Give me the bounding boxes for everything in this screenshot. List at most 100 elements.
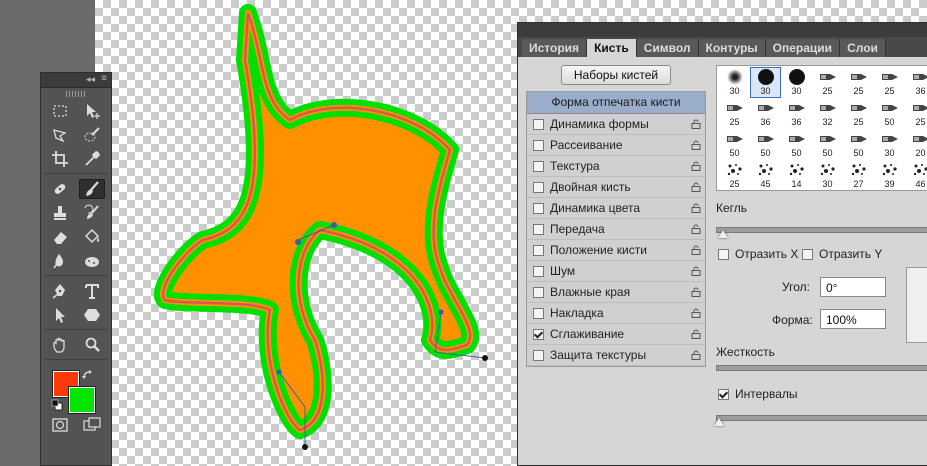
panel-grip[interactable] [66, 91, 86, 97]
lock-icon[interactable] [691, 182, 701, 192]
brush-tip-preset[interactable]: 32 [812, 98, 843, 129]
quick-mask-icon[interactable] [47, 415, 73, 435]
tab-4[interactable]: Контуры [698, 39, 766, 57]
flip-y-checkbox[interactable] [802, 248, 813, 260]
brush-option-item[interactable]: Накладка [527, 303, 705, 324]
sponge-tool-icon[interactable] [79, 251, 105, 271]
shape-tool-icon[interactable] [79, 305, 105, 325]
brush-tip-preset[interactable]: 25 [719, 98, 750, 129]
brush-tip-preset[interactable]: 45 [750, 160, 781, 190]
history-brush-tool-icon[interactable] [79, 203, 105, 223]
brush-tip-preset[interactable]: 50 [874, 98, 905, 129]
brush-option-checkbox[interactable] [533, 349, 544, 361]
spacing-checkbox[interactable] [718, 388, 729, 400]
spacing-option[interactable]: Интервалы [716, 387, 927, 401]
brush-tip-preset[interactable]: 39 [874, 160, 905, 190]
brush-angle-preview[interactable] [906, 267, 927, 343]
lock-icon[interactable] [691, 266, 701, 276]
lock-icon[interactable] [691, 119, 701, 129]
tab-1[interactable]: История [522, 39, 588, 57]
clone-stamp-tool-icon[interactable] [47, 203, 73, 223]
brush-option-checkbox[interactable] [533, 307, 544, 319]
lock-icon[interactable] [691, 245, 701, 255]
brush-option-item[interactable]: Защита текстуры [527, 345, 705, 366]
spacing-slider[interactable] [714, 415, 927, 426]
brush-tip-preset[interactable]: 30 [874, 129, 905, 160]
brush-tip-preset[interactable]: 50 [812, 129, 843, 160]
brush-option-item[interactable]: Динамика цвета [527, 198, 705, 219]
lock-icon[interactable] [691, 350, 701, 360]
brush-option-item[interactable]: Текстура [527, 156, 705, 177]
brush-tip-shape-item[interactable]: Форма отпечатка кисти [527, 92, 705, 114]
healing-brush-tool-icon[interactable] [47, 179, 73, 199]
hardness-slider[interactable] [716, 365, 927, 371]
eyedropper-tool-icon[interactable] [79, 149, 105, 169]
lock-icon[interactable] [691, 329, 701, 339]
brush-option-item[interactable]: Влажные края [527, 282, 705, 303]
size-slider-handle[interactable] [718, 230, 728, 238]
pen-tool-icon[interactable] [47, 281, 73, 301]
size-slider[interactable] [716, 227, 927, 238]
brush-option-checkbox[interactable] [533, 118, 544, 130]
crop-tool-icon[interactable] [47, 149, 73, 169]
brush-option-checkbox[interactable] [533, 223, 544, 235]
brush-option-checkbox[interactable] [533, 265, 544, 277]
brush-option-checkbox[interactable] [533, 139, 544, 151]
brush-tip-preset[interactable]: 30 [750, 67, 781, 98]
brush-tip-preset[interactable]: 30 [781, 67, 812, 98]
brush-option-checkbox[interactable] [533, 286, 544, 298]
lock-icon[interactable] [691, 287, 701, 297]
lock-icon[interactable] [691, 224, 701, 234]
screen-mode-icon[interactable] [79, 415, 105, 435]
tab-6[interactable]: Слои [840, 39, 886, 57]
brush-tool-icon[interactable] [79, 179, 105, 199]
brush-presets-button[interactable]: Наборы кистей [561, 65, 671, 85]
brush-option-item[interactable]: Шум [527, 261, 705, 282]
brush-tip-preset[interactable]: 14 [781, 160, 812, 190]
paint-bucket-tool-icon[interactable] [79, 227, 105, 247]
brush-option-item[interactable]: Сглаживание [527, 324, 705, 345]
lasso-tool-icon[interactable] [47, 125, 73, 145]
brush-option-checkbox[interactable] [533, 244, 544, 256]
tab-5[interactable]: Операции [765, 39, 841, 57]
lock-icon[interactable] [691, 161, 701, 171]
brush-option-checkbox[interactable] [533, 202, 544, 214]
type-tool-icon[interactable] [79, 281, 105, 301]
eraser-tool-icon[interactable] [47, 227, 73, 247]
roundness-input[interactable]: 100% [820, 309, 886, 329]
brush-tip-preset[interactable]: 25 [843, 98, 874, 129]
marquee-tool-icon[interactable] [47, 101, 73, 121]
move-tool-icon[interactable] [79, 101, 105, 121]
brush-tip-preset[interactable]: 46 [905, 160, 927, 190]
tools-panel-header[interactable]: ◂◂ ≡ [41, 73, 111, 88]
hand-tool-icon[interactable] [47, 335, 73, 355]
brush-tip-preset[interactable]: 50 [781, 129, 812, 160]
collapse-icon[interactable]: ◂◂ [86, 74, 95, 85]
brush-option-item[interactable]: Рассеивание [527, 135, 705, 156]
brush-option-checkbox[interactable] [533, 181, 544, 193]
zoom-tool-icon[interactable] [79, 335, 105, 355]
flip-x-option[interactable]: Отразить X [716, 247, 798, 261]
flip-x-checkbox[interactable] [718, 248, 729, 260]
angle-input[interactable]: 0° [820, 277, 886, 297]
brush-tip-preset[interactable]: 36 [750, 98, 781, 129]
brush-tip-preset[interactable]: 20 [905, 129, 927, 160]
flip-y-option[interactable]: Отразить Y [802, 247, 882, 261]
brush-tip-preset[interactable]: 50 [719, 129, 750, 160]
brush-tip-preset[interactable]: 25 [905, 98, 927, 129]
background-color-swatch[interactable] [69, 387, 95, 413]
spacing-slider-handle[interactable] [714, 418, 724, 426]
brush-tip-preset[interactable]: 50 [750, 129, 781, 160]
brush-option-checkbox[interactable] [533, 328, 544, 340]
lock-icon[interactable] [691, 203, 701, 213]
brush-tip-preset[interactable]: 27 [843, 160, 874, 190]
brush-option-item[interactable]: Двойная кисть [527, 177, 705, 198]
tab-3[interactable]: Символ [636, 39, 699, 57]
brush-tip-preset[interactable]: 50 [843, 129, 874, 160]
lock-icon[interactable] [691, 308, 701, 318]
brush-option-item[interactable]: Передача [527, 219, 705, 240]
tab-2[interactable]: Кисть [587, 39, 637, 57]
brush-option-checkbox[interactable] [533, 160, 544, 172]
panel-title-bar[interactable] [518, 23, 927, 37]
brush-tip-preset[interactable]: 36 [905, 67, 927, 98]
